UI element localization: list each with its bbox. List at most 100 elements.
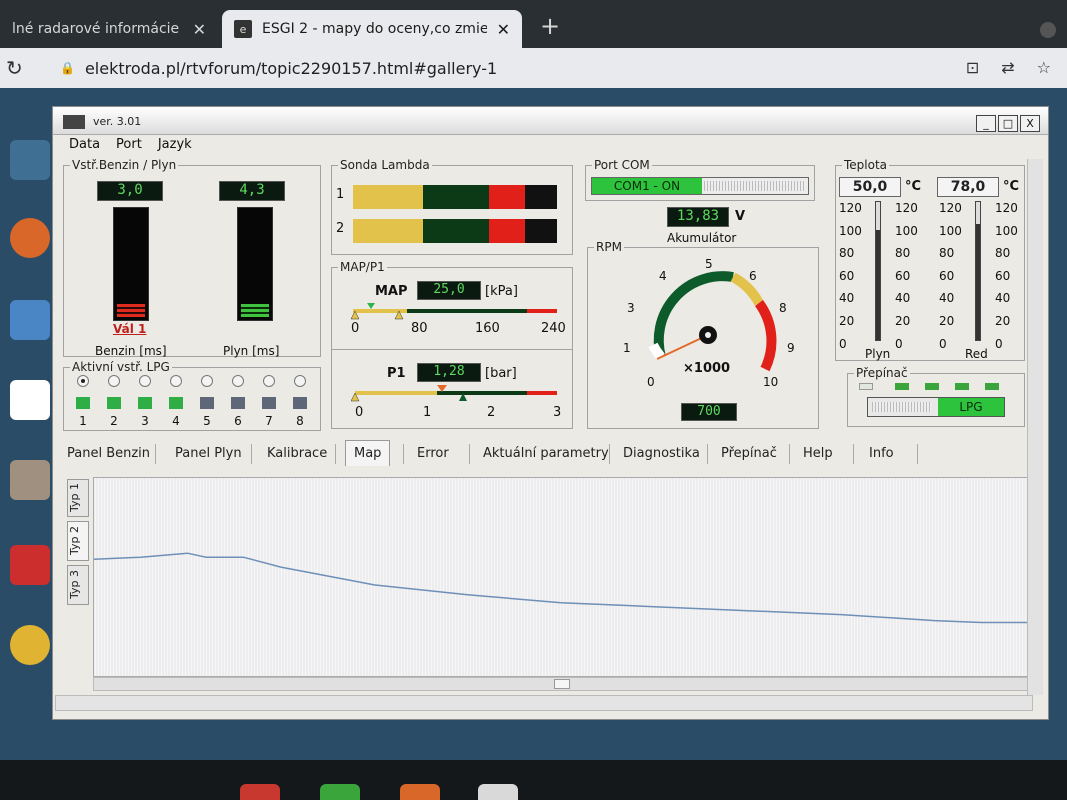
tab-panel-benzin[interactable]: Panel Benzin — [67, 440, 150, 466]
red-thermo-label: Red — [965, 347, 988, 361]
switch-led — [925, 383, 939, 390]
taskbar-app-icon[interactable] — [478, 784, 518, 800]
browser-tab-inactive[interactable]: lné radarové informácie - S ✕ — [0, 10, 218, 48]
tab-help[interactable]: Help — [803, 440, 833, 466]
thermo-scale-right: 100 — [995, 223, 1018, 238]
new-tab-button[interactable]: + — [540, 12, 560, 40]
reload-icon[interactable]: ↻ — [6, 56, 30, 80]
thermo-scale-left: 0 — [839, 336, 847, 351]
bookmark-star-icon[interactable]: ☆ — [1037, 58, 1051, 77]
title-bar[interactable]: ver. 3.01 _ □ X — [53, 107, 1048, 135]
tab-panel-plyn[interactable]: Panel Plyn — [175, 440, 242, 466]
thermo-scale-left: 40 — [839, 291, 855, 306]
ac-app-icon[interactable] — [10, 380, 50, 420]
minimize-button[interactable]: _ — [976, 115, 996, 132]
close-icon[interactable]: ✕ — [193, 20, 206, 39]
window-vertical-scrollbar[interactable] — [1027, 159, 1043, 695]
thermo-scale-right: 80 — [995, 246, 1011, 261]
profile-icon[interactable] — [1040, 22, 1056, 38]
tab-typ-3[interactable]: Typ 3 — [67, 565, 89, 605]
firefox-taskbar-icon[interactable] — [400, 784, 440, 800]
rpm-multiplier: ×1000 — [683, 361, 731, 376]
map-plot[interactable] — [93, 477, 1029, 677]
tab-kalibrace[interactable]: Kalibrace — [267, 440, 327, 466]
lock-icon[interactable]: 🔒 — [60, 61, 75, 75]
url-field[interactable]: elektroda.pl/rtvforum/topic2290157.html#… — [85, 59, 497, 78]
tab-info[interactable]: Info — [869, 440, 894, 466]
map-curve — [93, 552, 1028, 624]
red-thermometer-fill — [976, 224, 980, 340]
desktop-shortcut-icon[interactable] — [10, 140, 50, 180]
tab-typ-2[interactable]: Typ 2 — [67, 521, 89, 561]
rpm-tick: 4 — [659, 269, 667, 283]
translate-icon[interactable]: ⇄ — [1001, 58, 1014, 77]
lambda-segment-lean — [353, 219, 423, 243]
valve-radio-5[interactable] — [201, 375, 213, 387]
close-button[interactable]: X — [1020, 115, 1040, 132]
sun-app-icon[interactable] — [10, 625, 50, 665]
chrome-taskbar-icon[interactable] — [240, 784, 280, 800]
map-unit: [kPa] — [485, 284, 518, 299]
com-status-bar[interactable]: COM1 - ON — [591, 177, 809, 195]
valve-radio-8[interactable] — [294, 375, 306, 387]
map-scale-high — [527, 309, 557, 313]
group-label: Aktivní vstř. LPG — [70, 360, 172, 374]
tab-error[interactable]: Error — [417, 440, 449, 466]
group-label: Teplota — [842, 158, 890, 172]
valve-status — [76, 397, 90, 409]
group-label: Přepínač — [854, 366, 910, 380]
install-icon[interactable]: ⊡ — [966, 58, 979, 77]
tab-prepinac[interactable]: Přepínač — [721, 440, 777, 466]
thermo-scale-right: 60 — [895, 268, 911, 283]
tab-separator — [917, 444, 918, 464]
rpm-hub-center — [705, 332, 711, 338]
lambda-segment-off — [525, 185, 557, 209]
valve-radio-4[interactable] — [170, 375, 182, 387]
tab-separator — [609, 444, 610, 464]
map-pointer-icon — [367, 303, 375, 309]
plot-horizontal-scrollbar[interactable] — [93, 677, 1029, 691]
desktop-shortcut-icon[interactable] — [10, 300, 50, 340]
window-horizontal-scrollbar[interactable] — [55, 695, 1033, 711]
lambda-row-label: 1 — [336, 187, 345, 202]
tab-typ-1[interactable]: Typ 1 — [67, 479, 89, 517]
folder-icon[interactable] — [10, 460, 50, 500]
desktop-shortcut-icon[interactable] — [10, 545, 50, 585]
close-icon[interactable]: ✕ — [497, 20, 510, 39]
p1-unit: [bar] — [485, 366, 517, 381]
active-valves-group: Aktivní vstř. LPG — [63, 360, 321, 431]
taskbar-app-icon[interactable] — [320, 784, 360, 800]
tab-aktualni-parametry[interactable]: Aktuální parametry — [483, 440, 609, 466]
valve-radio-7[interactable] — [263, 375, 275, 387]
switch-led — [895, 383, 909, 390]
valve-status — [200, 397, 214, 409]
thermo-scale-right: 120 — [995, 201, 1018, 215]
tab-diagnostika[interactable]: Diagnostika — [623, 440, 700, 466]
app-icon — [63, 115, 85, 129]
tab-map[interactable]: Map — [345, 440, 391, 466]
thermo-scale-left: 120 — [839, 201, 862, 215]
thermo-scale-right: 20 — [895, 314, 911, 328]
valve-radio-6[interactable] — [232, 375, 244, 387]
p1-scale-high — [527, 391, 557, 395]
tab-separator — [789, 444, 790, 464]
menu-jazyk[interactable]: Jazyk — [158, 137, 192, 152]
tab-title: lné radarové informácie - S — [12, 21, 183, 37]
menu-port[interactable]: Port — [116, 137, 142, 152]
maximize-button[interactable]: □ — [998, 115, 1018, 132]
scrollbar-thumb[interactable] — [554, 679, 570, 689]
thermo-scale-left: 60 — [939, 268, 955, 283]
menu-data[interactable]: Data — [69, 137, 100, 152]
browser-tab-active[interactable]: e ESGI 2 - mapy do oceny,co zmien ✕ — [222, 10, 522, 48]
map-tick: 240 — [541, 321, 566, 336]
valve-number: 4 — [172, 414, 180, 428]
fuel-switch[interactable]: LPG — [867, 397, 1005, 417]
valve-radio-3[interactable] — [139, 375, 151, 387]
valve-radio-2[interactable] — [108, 375, 120, 387]
switch-led — [985, 383, 999, 390]
firefox-icon[interactable] — [10, 218, 50, 258]
valve-number: 1 — [79, 414, 87, 428]
lambda-segment-ok — [423, 219, 489, 243]
switch-led — [859, 383, 873, 390]
valve-radio-1[interactable] — [77, 375, 89, 387]
